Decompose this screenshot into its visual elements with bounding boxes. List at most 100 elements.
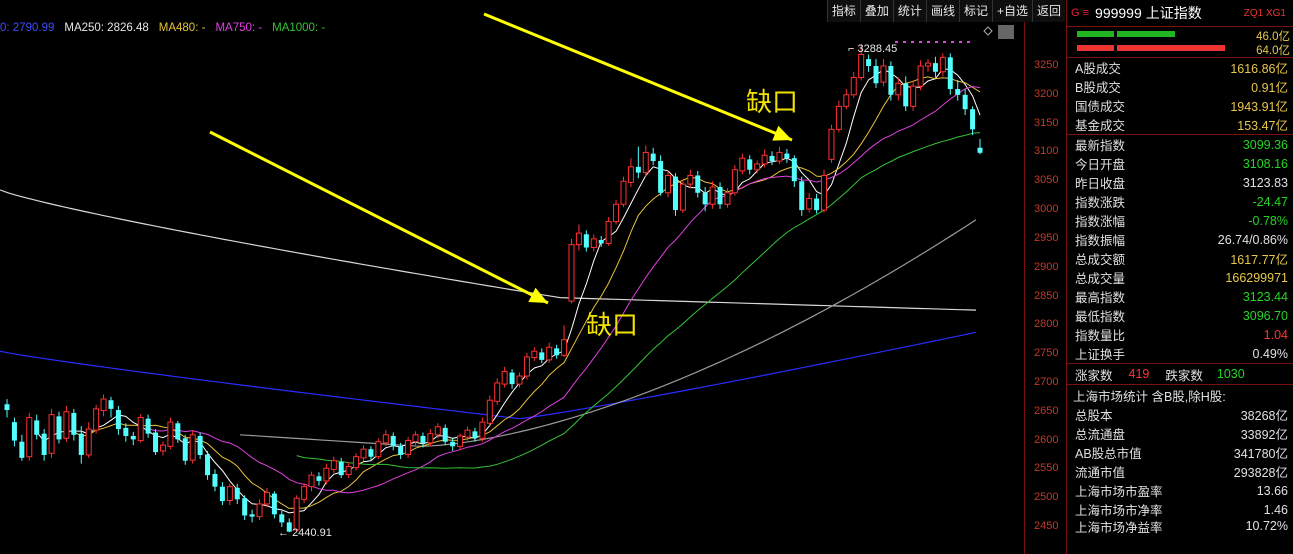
y-axis-ticks: 3250 3200 3150 3100 3050 3000 2950 2900 2850 2800… [1028,0,1064,554]
candle-body [100,398,107,412]
ma-line-ma250 [0,189,977,311]
buy-volume-bar [1077,31,1114,37]
market-stats-section: 总股本 38268亿 总流通盘 33892亿 AB股总市值 341780亿 流通市值 2938… [1067,405,1293,535]
candle-body [308,474,315,488]
stat-label: 指数涨幅 [1075,215,1126,229]
candle-body [932,63,938,72]
candle-body [19,441,25,458]
stat-row: 总流通盘 33892亿 [1067,424,1293,443]
candle-body [627,166,634,183]
stat-row: 最新指数 3099.36 [1067,135,1293,154]
candle-body [41,433,47,455]
stat-row: 国债成交 1943.91亿 [1067,96,1293,115]
candle-body [575,232,582,246]
stat-value: 341780亿 [1233,447,1288,461]
candle-body [895,82,902,96]
candle-body [382,434,389,444]
candlestick-chart[interactable] [0,0,1065,554]
turnover-section: A股成交 1616.86亿 B股成交 0.91亿 国债成交 1943.91亿 基金成交 153… [1067,58,1293,135]
stat-label: 国债成交 [1075,100,1126,114]
stat-row: 上海市场市盈率 13.66 [1067,481,1293,500]
y-tick-label: 2750 [1034,347,1059,360]
stat-row: 指数涨幅 -0.78% [1067,211,1293,230]
market-stats-title: 上海市场统计 含B股,除H股: [1073,389,1226,404]
stat-value: 3099.36 [1242,137,1288,152]
stat-label: 基金成交 [1075,119,1126,133]
candle-body [123,427,129,436]
toolbar-item[interactable]: 指标 [826,0,860,22]
candle-body [695,175,701,193]
toolbar-item[interactable]: +自选 [991,0,1032,22]
candle-body [48,414,55,454]
candle-body [620,180,627,205]
candle-body [955,89,961,95]
index-tag: ZQ1 XG1 [1243,7,1286,19]
candle-body [108,400,114,409]
candle-body [263,491,270,505]
y-tick-label: 3050 [1034,174,1059,187]
candle-body [11,422,17,441]
chart-area[interactable]: 3250 3200 3150 3100 3050 3000 2950 2900 2850 2800… [0,0,1065,554]
candle-body [26,417,33,458]
stat-row: 总股本 38268亿 [1067,405,1293,424]
stat-label: 指数振幅 [1075,234,1126,248]
candle-body [56,416,62,440]
toolbar-item[interactable]: 标记 [958,0,992,22]
stat-value: -24.47 [1252,194,1288,209]
ma-legend-item: MA250: 2826.48 [64,22,149,34]
candle-body [464,429,471,438]
candle-body [360,448,367,459]
y-tick-label: 2450 [1034,520,1059,532]
y-tick-label: 2600 [1034,433,1059,446]
stat-label: 总流通盘 [1075,428,1126,442]
toolbar-item[interactable]: 返回 [1031,0,1065,22]
toolbar-item[interactable]: 叠加 [859,0,893,22]
candle-body [197,435,203,455]
candle-body [130,435,136,440]
candle-body [167,421,174,447]
candle-body [509,372,515,385]
candle-body [256,503,263,518]
candle-body [375,441,382,458]
candle-body [93,408,100,431]
sell-volume-bar [1117,45,1225,51]
index-code: 999999 [1095,5,1142,21]
y-tick-label: 2850 [1034,289,1059,302]
candle-body [486,399,493,424]
candle-body [494,382,501,402]
toolbar-item[interactable]: 统计 [892,0,926,22]
stat-label: 最高指数 [1075,291,1126,305]
stat-label: 今日开盘 [1075,158,1126,172]
candle-body [650,153,656,162]
scroll-marker-icon [998,25,1014,39]
candle-body [858,53,865,79]
candle-body [866,59,872,66]
candle-body [724,192,731,205]
candle-body [293,497,300,531]
stat-row: 最高指数 3123.44 [1067,287,1293,306]
y-tick-label: 3100 [1034,145,1059,158]
decliners-label: 跌家数 [1165,368,1203,383]
stat-value: 10.72% [1245,519,1288,533]
candle-body [642,151,649,174]
stat-label: 指数量比 [1075,329,1126,343]
candle-body [159,444,166,452]
stat-row: 指数涨跌 -24.47 [1067,192,1293,211]
candle-body [939,56,946,73]
stat-label: 最低指数 [1075,310,1126,324]
candle-body [434,426,441,436]
candle-body [234,487,240,500]
gap-arrow-2 [483,12,793,142]
buy-volume-bar [1117,31,1175,37]
candle-body [947,57,953,90]
candle-body [345,465,352,476]
index-flag-icon[interactable]: G ≡ [1071,7,1089,19]
candle-body [242,498,248,516]
candle-body [568,244,575,302]
toolbar-item[interactable]: 画线 [925,0,959,22]
stat-row: 今日开盘 3108.16 [1067,154,1293,173]
candle-body [672,176,678,211]
chart-toolbar: 指标 叠加 统计 画线 标记 +自选 返回 [826,0,1065,22]
candle-body [917,65,924,87]
candle-body [687,174,694,185]
